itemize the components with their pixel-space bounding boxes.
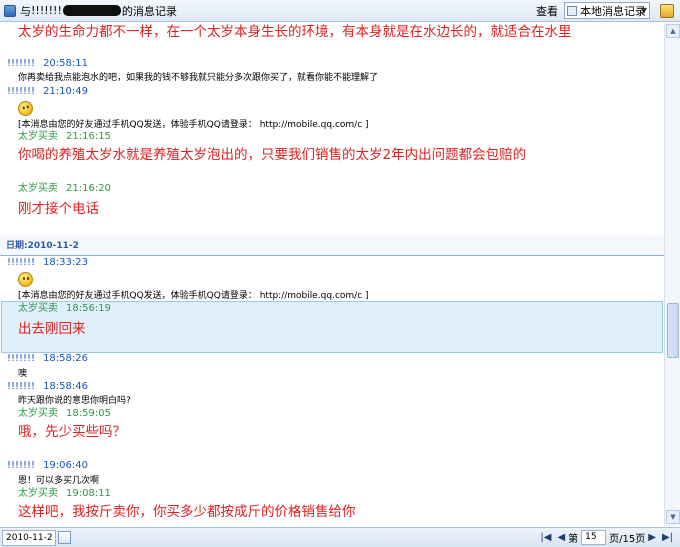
message-header: 太岁买卖 21:16:15	[0, 131, 664, 143]
message: !!!!!!! 18:33:23 [本消息由您的好友通过手机QQ发送，体验手机QQ…	[0, 257, 664, 302]
message-header: !!!!!!! 19:06:40	[0, 460, 664, 472]
message: 太岁的生命力都不一样，在一个太岁本身生长的环境，有本身就是在水边长的，就适合在水…	[0, 23, 664, 41]
message: 太岁买卖 21:16:15 你喝的养殖太岁水就是养殖太岁泡出的，只要我们销售的太岁…	[0, 131, 664, 164]
message-list[interactable]: 太岁的生命力都不一样，在一个太岁本身生长的环境，有本身就是在水边长的，就适合在水…	[0, 23, 664, 526]
message-time: 21:16:20	[66, 183, 111, 194]
sender-name: 太岁买卖	[18, 303, 58, 314]
title-prefix: 与	[20, 4, 31, 18]
mobile-qq-notice: [本消息由您的好友通过手机QQ发送，体验手机QQ请登录： http://mobi…	[18, 120, 369, 130]
message-body: 噢	[18, 369, 28, 379]
message-header: 太岁买卖 21:16:20	[0, 183, 664, 195]
message-body: 哦，先少买些吗？	[18, 424, 126, 440]
message-time: 18:58:46	[43, 381, 88, 392]
chat-history-icon	[4, 4, 16, 17]
calendar-icon[interactable]	[58, 531, 71, 544]
record-source-select[interactable]: 本地消息记录 ▼	[564, 2, 650, 19]
title-contact-name: !!!!!!!	[31, 4, 62, 17]
message: !!!!!!! 18:58:46 昨天跟你说的意思你明白吗?	[0, 381, 664, 407]
message-header: 太岁买卖 18:59:05	[0, 408, 664, 420]
prev-page-icon[interactable]: ◀	[557, 532, 565, 543]
message-header: 太岁买卖 18:56:19	[0, 303, 664, 315]
date-field[interactable]: 2010-11-2	[2, 529, 56, 546]
date-separator: 日期:2010-11-2	[0, 236, 664, 256]
message-time: 18:33:23	[43, 257, 88, 268]
message: 太岁买卖 21:16:20 刚才接个电话	[0, 183, 664, 218]
message-time: 21:16:15	[66, 131, 111, 142]
message-header: !!!!!!! 20:58:11	[0, 58, 664, 70]
message-body: 昨天跟你说的意思你明白吗?	[18, 396, 131, 406]
page-number-input[interactable]: 15	[581, 530, 607, 545]
message-time: 18:59:05	[66, 408, 111, 419]
sender-name: 太岁买卖	[18, 408, 58, 419]
sender-name: !!!!!!!	[7, 58, 36, 69]
message-header: !!!!!!! 18:58:26	[0, 353, 664, 365]
sender-name: 太岁买卖	[18, 131, 58, 142]
message: 太岁买卖 18:56:19 出去刚回来	[0, 303, 664, 338]
message-time: 18:56:19	[66, 303, 111, 314]
scroll-up-icon[interactable]: ▲	[666, 24, 680, 38]
next-page-icon[interactable]: ▶	[648, 532, 656, 543]
record-source-value: 本地消息记录	[580, 4, 646, 18]
message: !!!!!!! 20:58:11 你再卖给我点能泡水的吧，如果我的钱不够我就只能分…	[0, 58, 664, 84]
sender-name: !!!!!!!	[7, 381, 36, 392]
message: !!!!!!! 19:06:40 恩！可以多买几次啊	[0, 460, 664, 487]
view-label: 查看	[536, 4, 558, 18]
message-header: 太岁买卖 19:08:11	[0, 488, 664, 500]
export-icon[interactable]	[660, 3, 674, 18]
message: 太岁买卖 18:59:05 哦，先少买些吗？	[0, 408, 664, 441]
vertical-scrollbar[interactable]: ▲ ▼	[664, 23, 680, 526]
local-record-icon	[567, 5, 577, 16]
scroll-thumb[interactable]	[667, 303, 679, 358]
sender-name: !!!!!!!	[7, 353, 36, 364]
scroll-down-icon[interactable]: ▼	[666, 510, 680, 524]
page-suffix: 页/15页	[609, 534, 646, 545]
sender-name: 太岁买卖	[18, 183, 58, 194]
message-header: !!!!!!! 18:58:46	[0, 381, 664, 393]
message: 太岁买卖 19:08:11 这样吧，我按斤卖你，你买多少都按成斤的价格销售给你	[0, 488, 664, 521]
message-body: 太岁的生命力都不一样，在一个太岁本身生长的环境，有本身就是在水边长的，就适合在水…	[18, 24, 572, 40]
sender-name: !!!!!!!	[7, 86, 36, 97]
sender-name: !!!!!!!	[7, 257, 36, 268]
message-time: 21:10:49	[43, 86, 88, 97]
bottom-bar: 2010-11-2 |◀ ◀ 第 15 页/15页 ▶ ▶|	[0, 527, 680, 547]
page-prefix: 第	[568, 534, 579, 545]
message-header: !!!!!!! 21:10:49	[0, 86, 664, 98]
message-body: 你再卖给我点能泡水的吧，如果我的钱不够我就只能分多次跟你买了，就看你能不能理解了	[18, 73, 379, 83]
redacted-block	[62, 5, 121, 16]
message: !!!!!!! 18:58:26 噢	[0, 353, 664, 380]
pager: |◀ ◀ 第 15 页/15页 ▶ ▶|	[537, 530, 676, 545]
emoticon-icon	[16, 99, 35, 118]
chevron-down-icon: ▼	[640, 6, 647, 15]
message-body: 恩！可以多买几次啊	[18, 476, 100, 486]
message-time: 18:58:26	[43, 353, 88, 364]
title-suffix: 的消息记录	[121, 4, 177, 18]
first-page-icon[interactable]: |◀	[540, 532, 551, 543]
message-body: 这样吧，我按斤卖你，你买多少都按成斤的价格销售给你	[18, 504, 356, 520]
last-page-icon[interactable]: ▶|	[662, 532, 673, 543]
message-body: 出去刚回来	[18, 321, 86, 337]
message: !!!!!!! 21:10:49 [本消息由您的好友通过手机QQ发送，体验手机QQ…	[0, 86, 664, 131]
sender-name: !!!!!!!	[7, 460, 36, 471]
message-time: 19:06:40	[43, 460, 88, 471]
title-bar: 与 !!!!!!! 的消息记录 查看 本地消息记录 ▼	[0, 0, 680, 22]
message-time: 19:08:11	[66, 488, 111, 499]
message-body: 你喝的养殖太岁水就是养殖太岁泡出的，只要我们销售的太岁2年内出问题都会包赔的	[18, 147, 527, 163]
message-body: 刚才接个电话	[18, 201, 99, 217]
message-header: !!!!!!! 18:33:23	[0, 257, 664, 269]
sender-name: 太岁买卖	[18, 488, 58, 499]
message-time: 20:58:11	[43, 58, 88, 69]
smile-icon	[18, 272, 33, 287]
